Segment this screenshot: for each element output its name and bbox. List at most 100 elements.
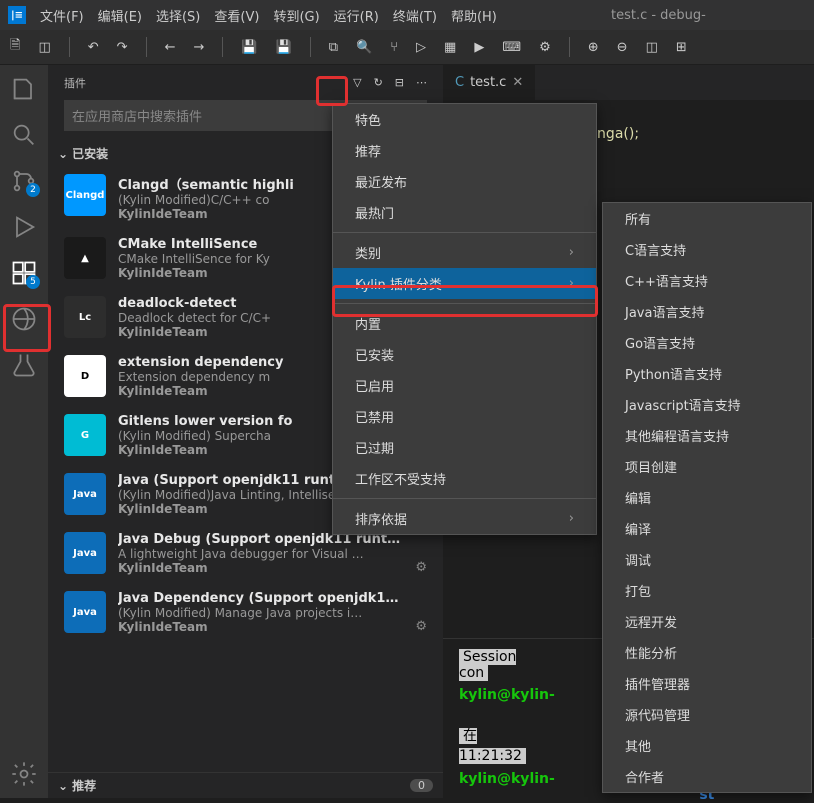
- filter-icon[interactable]: ▽: [353, 76, 361, 89]
- menu-item[interactable]: 推荐: [333, 135, 596, 166]
- menu-file[interactable]: 文件(F): [40, 6, 84, 25]
- menu-item[interactable]: 编译: [603, 513, 811, 544]
- menu-item[interactable]: 排序依据›: [333, 503, 596, 534]
- tool-zoomout-icon[interactable]: ⊖: [617, 40, 628, 55]
- menu-run[interactable]: 运行(R): [334, 6, 379, 25]
- menu-item[interactable]: 源代码管理: [603, 699, 811, 730]
- menu-item[interactable]: 调试: [603, 544, 811, 575]
- toolbar: 🗎 ◫ ↶ ↷ ← → 💾 💾 ⧉ 🔍 ⑂ ▷ ▦ ▶ ⌨ ⚙ ⊕ ⊖ ◫ ⊞: [0, 30, 814, 65]
- terminal-time: 在 11:21:32: [459, 728, 526, 764]
- menu-item[interactable]: 其他: [603, 730, 811, 761]
- tool-sidebar-icon[interactable]: ◫: [38, 40, 50, 55]
- menu-item[interactable]: 远程开发: [603, 606, 811, 637]
- editor-tab[interactable]: C test.c ✕: [443, 65, 536, 100]
- window-title: test.c - debug-: [511, 8, 806, 23]
- menu-item[interactable]: C++语言支持: [603, 265, 811, 296]
- menu-item[interactable]: 已禁用: [333, 401, 596, 432]
- tool-saveall-icon[interactable]: 💾: [276, 40, 292, 55]
- tool-keyboard-icon[interactable]: ⌨: [502, 40, 521, 55]
- tool-gear-icon[interactable]: ⚙: [539, 40, 551, 55]
- extension-item[interactable]: Java Java Dependency (Support openjdk1… …: [48, 583, 443, 642]
- refresh-icon[interactable]: ↻: [374, 76, 383, 89]
- extension-desc: (Kylin Modified) Manage Java projects i…: [118, 606, 403, 620]
- menu-item[interactable]: 特色: [333, 104, 596, 135]
- recommended-section[interactable]: 推荐: [58, 777, 96, 794]
- menu-item[interactable]: 内置: [333, 308, 596, 339]
- extension-icon: Java: [64, 591, 106, 633]
- tool-debug-icon[interactable]: ▷: [416, 40, 426, 55]
- menu-separator: [333, 303, 596, 304]
- sidebar-title: 插件: [64, 75, 86, 91]
- tool-new-file-icon[interactable]: 🗎: [10, 36, 20, 58]
- menu-item[interactable]: 最热门: [333, 197, 596, 228]
- tool-layout-icon[interactable]: ◫: [646, 40, 658, 55]
- tool-forward-icon[interactable]: →: [193, 40, 204, 55]
- menu-item[interactable]: 打包: [603, 575, 811, 606]
- menu-item[interactable]: 工作区不受支持: [333, 463, 596, 494]
- clear-icon[interactable]: ⊟: [395, 76, 404, 89]
- ab-search-icon[interactable]: [10, 121, 38, 149]
- tab-label: test.c: [470, 75, 506, 90]
- menu-item[interactable]: Kylin 插件分类›: [333, 268, 596, 299]
- tool-back-icon[interactable]: ←: [165, 40, 176, 55]
- menu-item[interactable]: C语言支持: [603, 234, 811, 265]
- menu-separator: [333, 498, 596, 499]
- ab-test-icon[interactable]: [10, 351, 38, 379]
- tool-copy-icon[interactable]: ⧉: [329, 40, 338, 55]
- ab-settings-icon[interactable]: [10, 760, 38, 788]
- kylin-category-submenu: 所有C语言支持C++语言支持Java语言支持Go语言支持Python语言支持Ja…: [602, 202, 812, 793]
- chevron-down-icon: [58, 779, 68, 793]
- ab-run-debug-icon[interactable]: [10, 213, 38, 241]
- menu-edit[interactable]: 编辑(E): [98, 6, 142, 25]
- titlebar: |≡ 文件(F) 编辑(E) 选择(S) 查看(V) 转到(G) 运行(R) 终…: [0, 0, 814, 30]
- menu-item[interactable]: Javascript语言支持: [603, 389, 811, 420]
- menu-item[interactable]: 类别›: [333, 237, 596, 268]
- menu-item[interactable]: 性能分析: [603, 637, 811, 668]
- tool-undo-icon[interactable]: ↶: [88, 40, 99, 55]
- menu-separator: [333, 232, 596, 233]
- menu-goto[interactable]: 转到(G): [273, 6, 319, 25]
- ab-scm-badge: 2: [26, 183, 40, 197]
- extension-icon: D: [64, 355, 106, 397]
- tool-branch-icon[interactable]: ⑂: [390, 40, 398, 55]
- extension-gear-icon[interactable]: ⚙: [415, 560, 427, 575]
- menu-item[interactable]: 插件管理器: [603, 668, 811, 699]
- menu-view[interactable]: 查看(V): [214, 6, 259, 25]
- ab-extensions-icon[interactable]: 5: [10, 259, 38, 287]
- ab-remote-icon[interactable]: [10, 305, 38, 333]
- extension-icon: G: [64, 414, 106, 456]
- extension-author: KylinIdeTeam: [118, 561, 403, 575]
- menu-item[interactable]: 项目创建: [603, 451, 811, 482]
- menu-terminal[interactable]: 终端(T): [393, 6, 437, 25]
- more-icon[interactable]: ⋯: [416, 76, 427, 89]
- menu-item[interactable]: 合作者: [603, 761, 811, 792]
- menu-item[interactable]: 已安装: [333, 339, 596, 370]
- menu-item[interactable]: 所有: [603, 203, 811, 234]
- tool-redo-icon[interactable]: ↷: [117, 40, 128, 55]
- filter-dropdown-menu: 特色推荐最近发布最热门类别›Kylin 插件分类› 内置已安装已启用已禁用已过期工…: [332, 103, 597, 535]
- extension-icon: ▲: [64, 237, 106, 279]
- menu-select[interactable]: 选择(S): [156, 6, 200, 25]
- tool-zoomin-icon[interactable]: ⊕: [588, 40, 599, 55]
- menu-item[interactable]: Python语言支持: [603, 358, 811, 389]
- app-logo: |≡: [8, 6, 26, 24]
- terminal-session: Session con: [459, 649, 516, 681]
- close-icon[interactable]: ✕: [512, 75, 523, 90]
- tool-save-icon[interactable]: 💾: [241, 40, 257, 55]
- menu-item[interactable]: 最近发布: [333, 166, 596, 197]
- ab-source-control-icon[interactable]: 2: [10, 167, 38, 195]
- chevron-down-icon: [58, 147, 68, 161]
- ab-explorer-icon[interactable]: [10, 75, 38, 103]
- menu-item[interactable]: 其他编程语言支持: [603, 420, 811, 451]
- menu-item[interactable]: Go语言支持: [603, 327, 811, 358]
- menu-item[interactable]: 编辑: [603, 482, 811, 513]
- menu-help[interactable]: 帮助(H): [451, 6, 497, 25]
- tool-run-icon[interactable]: ▶: [474, 40, 484, 55]
- extension-gear-icon[interactable]: ⚙: [415, 619, 427, 634]
- menu-item[interactable]: Java语言支持: [603, 296, 811, 327]
- tool-search-icon[interactable]: 🔍: [356, 40, 372, 55]
- tool-split-icon[interactable]: ▦: [444, 40, 456, 55]
- menu-item[interactable]: 已启用: [333, 370, 596, 401]
- tool-more-icon[interactable]: ⊞: [676, 40, 687, 55]
- menu-item[interactable]: 已过期: [333, 432, 596, 463]
